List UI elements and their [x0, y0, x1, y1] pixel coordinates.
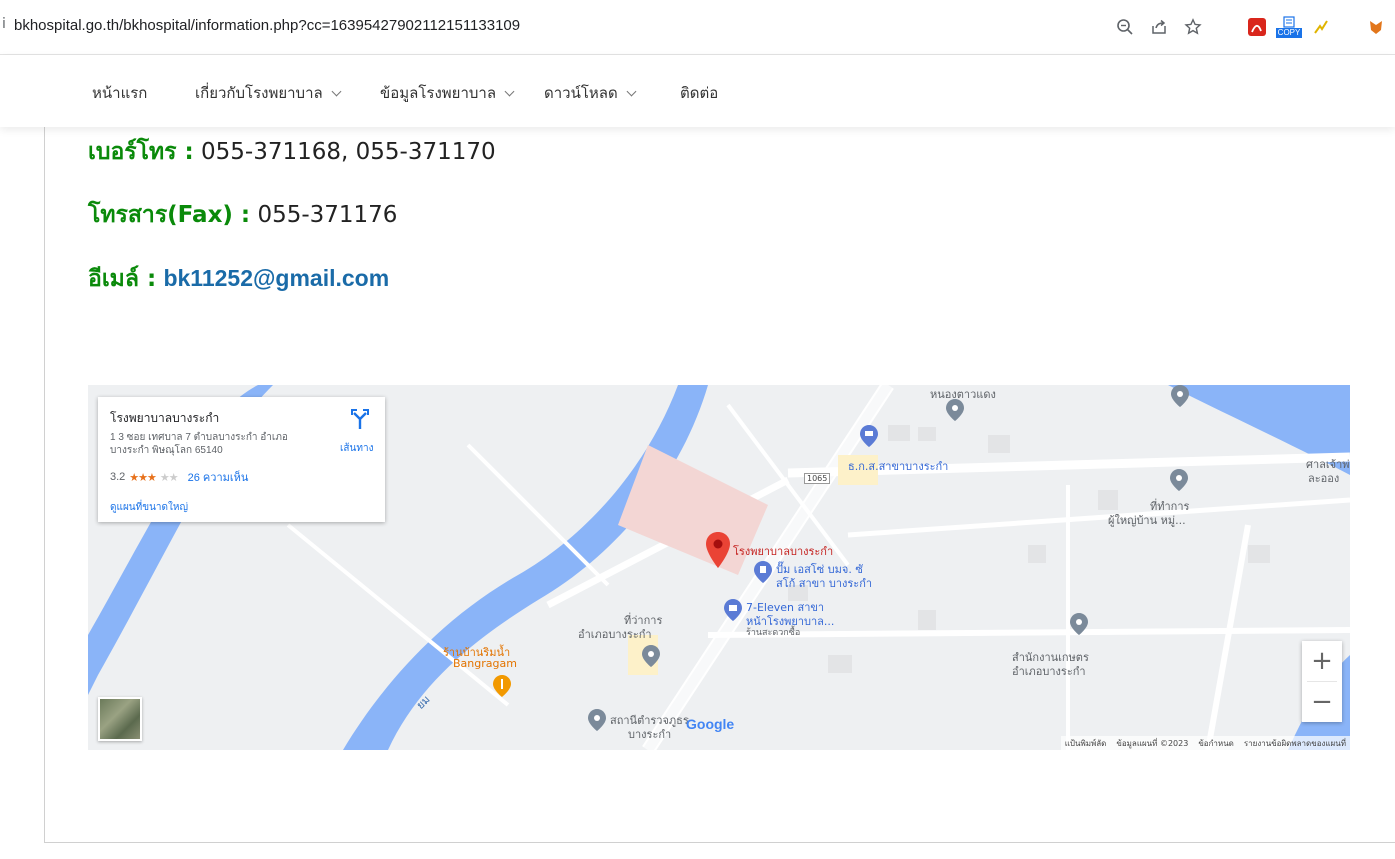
star-filled-icon: ★★★: [129, 471, 157, 484]
nav-home[interactable]: หน้าแรก: [92, 81, 147, 105]
store-pin-icon[interactable]: [724, 599, 742, 621]
place-card: โรงพยาบาลบางระกำ 1 3 ซอย เทศบาล 7 ตำบลบา…: [98, 397, 385, 522]
footer-terms[interactable]: ข้อกำหนด: [1198, 737, 1234, 750]
map-label-restaurant-2[interactable]: Bangragam: [453, 657, 517, 670]
map-label-top-place: หนองตาวแดง: [930, 388, 996, 401]
bank-pin-icon[interactable]: [860, 425, 878, 447]
chevron-down-icon: [504, 86, 515, 96]
map-footer: แป้นพิมพ์ลัด ข้อมูลแผนที่ ©2023 ข้อกำหนด…: [1060, 736, 1350, 750]
bookmark-star-icon[interactable]: [1180, 14, 1206, 40]
embedded-map[interactable]: หนองตาวแดง โรงพยาบาลบางระกำ ธ.ก.ส.สาขาบา…: [88, 385, 1350, 750]
footer-shortcuts[interactable]: แป้นพิมพ์ลัด: [1065, 737, 1107, 750]
government-pin-icon[interactable]: [642, 645, 660, 667]
satellite-toggle[interactable]: [98, 697, 142, 741]
fax-line: โทรสาร(Fax) : 055-371176: [88, 197, 397, 233]
map-label-hospital[interactable]: โรงพยาบาลบางระกำ: [733, 542, 833, 560]
gas-station-pin-icon[interactable]: [754, 561, 772, 583]
zoom-out-button[interactable]: −: [1302, 682, 1342, 722]
map-label-shrine-2[interactable]: ละออง: [1308, 469, 1339, 487]
shrine-pin-icon[interactable]: [1171, 385, 1189, 407]
zoom-controls: + −: [1302, 641, 1342, 722]
nav-home-label: หน้าแรก: [92, 85, 148, 102]
email-label: อีเมล์ :: [88, 266, 157, 292]
map-label-district-2[interactable]: อำเภอบางระกำ: [578, 625, 652, 643]
copy-badge: COPY: [1275, 28, 1303, 38]
site-info-icon[interactable]: i: [2, 16, 10, 36]
map-label-village-office-2[interactable]: ผู้ใหญ่บ้าน หมู่...: [1108, 511, 1186, 529]
nav-contact[interactable]: ติดต่อ: [680, 81, 718, 105]
email-link[interactable]: bk11252@gmail.com: [163, 265, 389, 291]
footer-report[interactable]: รายงานข้อผิดพลาดของแผนที่: [1244, 737, 1346, 750]
nav-download[interactable]: ดาวน์โหลด: [544, 81, 637, 105]
phone-value: 055-371168, 055-371170: [201, 139, 496, 165]
google-logo: Google: [686, 716, 735, 732]
map-label-seven-3: ร้านสะดวกซื้อ: [746, 628, 801, 638]
map-label-road-number: 1065: [804, 473, 831, 484]
map-label-gas-2[interactable]: สโก้ สาขา บางระกำ: [776, 574, 872, 592]
url-text[interactable]: bkhospital.go.th/bkhospital/information.…: [14, 17, 520, 34]
nav-hospital-info[interactable]: ข้อมูลโรงพยาบาล: [380, 81, 515, 105]
browser-url-bar: i bkhospital.go.th/bkhospital/informatio…: [0, 0, 1395, 55]
agri-office-pin-icon[interactable]: [1070, 613, 1088, 635]
zoom-icon[interactable]: [1112, 14, 1138, 40]
hospital-pin-icon[interactable]: [706, 532, 730, 570]
zoom-in-button[interactable]: +: [1302, 641, 1342, 681]
email-line: อีเมล์ : bk11252@gmail.com: [88, 261, 389, 297]
office-pin-icon[interactable]: [1170, 469, 1188, 491]
fox-extension-icon[interactable]: [1364, 14, 1390, 40]
nav-download-label: ดาวน์โหลด: [544, 85, 618, 102]
footer-data: ข้อมูลแผนที่ ©2023: [1116, 738, 1189, 748]
map-label-baac[interactable]: ธ.ก.ส.สาขาบางระกำ: [848, 457, 948, 475]
nav-about-label: เกี่ยวกับโรงพยาบาล: [195, 85, 323, 102]
share-icon[interactable]: [1146, 14, 1172, 40]
copy-extension-icon[interactable]: COPY: [1275, 14, 1303, 40]
restaurant-pin-icon[interactable]: [493, 675, 511, 697]
fax-label: โทรสาร(Fax) :: [88, 202, 251, 228]
pdf-extension-icon[interactable]: [1244, 14, 1270, 40]
directions-label[interactable]: เส้นทาง: [340, 441, 373, 456]
map-label-police-2[interactable]: บางระกำ: [628, 725, 671, 743]
chevron-down-icon: [626, 86, 637, 96]
nav-info-label: ข้อมูลโรงพยาบาล: [380, 85, 497, 102]
pen-extension-icon[interactable]: [1308, 14, 1334, 40]
rating-value: 3.2: [110, 471, 126, 483]
phone-line: เบอร์โทร : 055-371168, 055-371170: [88, 134, 496, 170]
site-navigation: หน้าแรก เกี่ยวกับโรงพยาบาล ข้อมูลโรงพยาบ…: [0, 55, 1395, 127]
place-title: โรงพยาบาลบางระกำ: [110, 411, 220, 425]
chevron-down-icon: [331, 86, 342, 96]
nav-contact-label: ติดต่อ: [680, 85, 719, 102]
phone-label: เบอร์โทร :: [88, 139, 194, 165]
map-label-agri-2[interactable]: อำเภอบางระกำ: [1012, 662, 1086, 680]
star-empty-icon: ★★: [159, 471, 179, 484]
nav-about-hospital[interactable]: เกี่ยวกับโรงพยาบาล: [195, 81, 342, 105]
place-address: 1 3 ซอย เทศบาล 7 ตำบลบางระกำ อำเภอบางระก…: [110, 432, 288, 456]
police-pin-icon[interactable]: [588, 709, 606, 731]
place-rating: 3.2 ★★★ ★★ 26 ความเห็น: [110, 468, 248, 486]
larger-map-link[interactable]: ดูแผนที่ขนาดใหญ่: [110, 500, 188, 515]
reviews-link[interactable]: 26 ความเห็น: [188, 468, 249, 486]
fax-value: 055-371176: [257, 202, 398, 228]
